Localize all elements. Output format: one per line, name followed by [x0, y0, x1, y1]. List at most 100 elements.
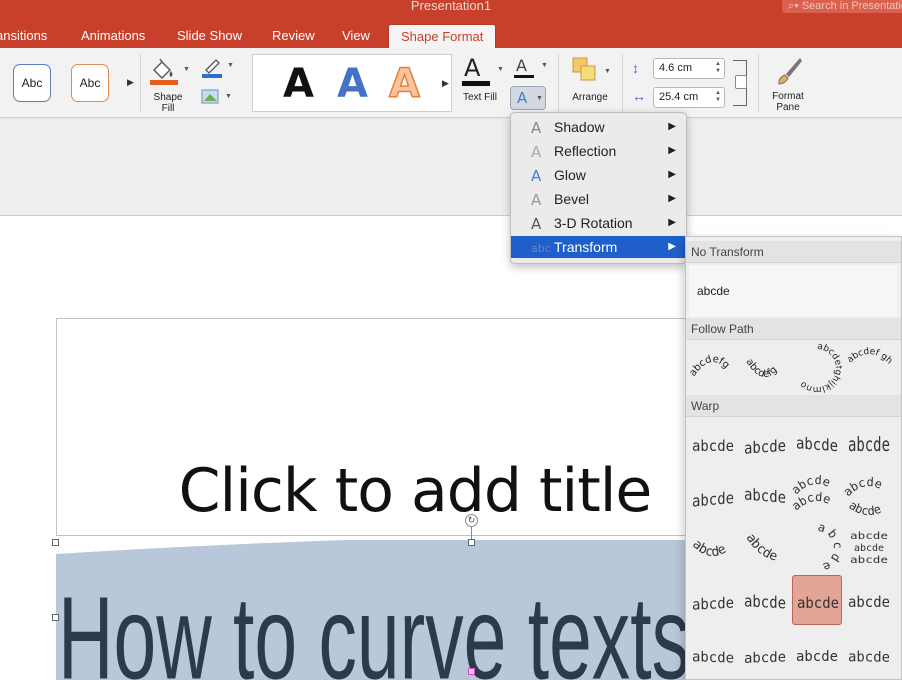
- warp-cell[interactable]: abcdeabcde: [844, 471, 894, 521]
- text-effects-icon: A: [517, 89, 528, 107]
- warp-cell[interactable]: abcde: [688, 471, 738, 521]
- resize-handle[interactable]: [468, 539, 475, 546]
- wordart-style-black[interactable]: A: [283, 61, 314, 107]
- svg-text:abcdefg: abcdefg: [688, 354, 731, 379]
- tab-view[interactable]: View: [342, 28, 370, 43]
- resize-handle[interactable]: [52, 614, 59, 621]
- submenu-arrow-icon: ▶: [668, 217, 676, 228]
- rotate-handle-line: [471, 527, 472, 539]
- curved-text-shape: How to curve texts: [56, 540, 696, 680]
- transform-follow-path-arch-down[interactable]: abcdefg: [740, 343, 790, 393]
- arrange-button[interactable]: ▼ Arrange: [566, 54, 614, 110]
- transform-gallery: No Transform abcde Follow Path abcdefg a…: [685, 236, 902, 680]
- search-field[interactable]: ⌕▾ Search in Presentation: [782, 0, 902, 13]
- lock-aspect-ratio-icon[interactable]: [733, 60, 747, 106]
- warp-cell[interactable]: abcde: [740, 629, 790, 679]
- tab-review[interactable]: Review: [272, 28, 315, 43]
- warp-cell[interactable]: abcdeabcde: [792, 471, 842, 521]
- paint-bucket-icon: [150, 58, 178, 85]
- warp-cell[interactable]: abcde: [740, 419, 790, 469]
- warp-cell[interactable]: abcde: [740, 471, 790, 521]
- stepper-arrows-icon[interactable]: ▲ ▼: [715, 61, 721, 75]
- submenu-arrow-icon: ▶: [668, 241, 676, 252]
- warp-sample: abcde: [744, 484, 786, 507]
- warp-cell[interactable]: abcde: [844, 419, 894, 469]
- warp-cell[interactable]: abcde: [688, 523, 738, 573]
- stepper-arrows-icon[interactable]: ▲ ▼: [715, 90, 721, 104]
- warp-cell[interactable]: abcde: [792, 629, 842, 679]
- warp-cell[interactable]: abcde: [688, 419, 738, 469]
- warp-sample: abcde: [850, 555, 888, 566]
- warp-cell[interactable]: abcde: [688, 629, 738, 679]
- curved-text-box[interactable]: How to curve texts: [56, 540, 696, 680]
- warp-cell[interactable]: abcde: [792, 523, 842, 573]
- tab-transitions[interactable]: ansitions: [0, 28, 47, 43]
- text-reflection-icon: A: [531, 143, 542, 161]
- format-pane-button[interactable]: Format Pane: [764, 54, 814, 114]
- warp-adjust-handle[interactable]: [468, 668, 475, 675]
- submenu-arrow-icon: ▶: [668, 193, 676, 204]
- chevron-down-icon: ▼: [541, 62, 548, 69]
- svg-text:abcde: abcde: [689, 537, 729, 560]
- shape-fill-button[interactable]: ▼ Shape Fill: [146, 54, 192, 116]
- warp-cell[interactable]: abcde abcde abcde: [844, 523, 894, 573]
- tab-slide-show[interactable]: Slide Show: [177, 28, 242, 43]
- warp-sample: abcde: [744, 591, 786, 612]
- curved-text[interactable]: How to curve texts: [58, 573, 690, 680]
- warp-cell-selected[interactable]: abcde: [792, 575, 842, 625]
- checkbox[interactable]: [735, 75, 747, 89]
- shape-width-input[interactable]: 25.4 cm ▲ ▼: [653, 87, 725, 108]
- transform-follow-path-circle[interactable]: abcdefghijklmno: [792, 343, 842, 393]
- warp-cell[interactable]: abcde: [844, 629, 894, 679]
- transform-follow-path-arch-up[interactable]: abcdefg: [688, 343, 738, 393]
- resize-handle[interactable]: [52, 539, 59, 546]
- tab-animations[interactable]: Animations: [81, 28, 145, 43]
- menu-item-transform[interactable]: abc Transform ▶: [511, 236, 686, 258]
- warp-cell[interactable]: abcde: [688, 575, 738, 625]
- menu-item-3d-rotation[interactable]: A 3-D Rotation ▶: [511, 212, 686, 234]
- text-effects-button[interactable]: A ▼: [510, 86, 546, 110]
- warp-cell[interactable]: abcde: [844, 575, 894, 625]
- format-pane-label: Format Pane: [772, 91, 804, 113]
- menu-item-reflection[interactable]: A Reflection ▶: [511, 140, 686, 162]
- shape-style-blue[interactable]: Abc: [13, 64, 51, 102]
- warp-sample: abcde: [796, 649, 838, 665]
- warp-cell[interactable]: abcde: [740, 575, 790, 625]
- text-3d-rotation-icon: A: [531, 215, 542, 233]
- title-bar: Presentation1 ⌕▾ Search in Presentation …: [0, 0, 902, 48]
- text-outline-button[interactable]: A ▼: [514, 56, 550, 80]
- shape-outline-button[interactable]: ▼: [200, 56, 236, 80]
- canvas-area: [0, 119, 902, 216]
- tab-shape-format[interactable]: Shape Format: [388, 24, 497, 48]
- warp-cell[interactable]: abcde: [792, 419, 842, 469]
- warp-cell[interactable]: abcde: [740, 523, 790, 573]
- warp-sample: abcde: [850, 531, 888, 542]
- wordart-more-icon[interactable]: ▶: [442, 78, 449, 89]
- text-effects-menu: A Shadow ▶ A Reflection ▶ A Glow ▶ A Bev…: [510, 112, 687, 264]
- search-icon: ⌕▾: [788, 0, 802, 12]
- text-fill-button[interactable]: A ▼ Text Fill: [460, 54, 504, 106]
- text-fill-label: Text Fill: [463, 92, 497, 103]
- menu-item-shadow[interactable]: A Shadow ▶: [511, 116, 686, 138]
- shape-effects-icon: [201, 89, 219, 104]
- svg-text:abcdefghijklmno: abcdefghijklmno: [798, 343, 842, 393]
- warp-sample: abcde: [854, 543, 884, 554]
- warp-sample: abcde: [743, 531, 779, 565]
- text-outline-color-swatch: [514, 75, 534, 78]
- shape-effects-button[interactable]: ▼: [200, 88, 236, 110]
- warp-sample: abcde: [796, 433, 838, 455]
- transform-none[interactable]: abcde: [689, 265, 897, 317]
- shape-style-orange[interactable]: Abc: [71, 64, 109, 102]
- shape-height-input[interactable]: 4.6 cm ▲ ▼: [653, 58, 725, 79]
- shape-width-icon: ↔: [632, 88, 646, 104]
- follow-path-text: abcdef ghij klmnop: [844, 343, 894, 366]
- menu-item-label: 3-D Rotation: [554, 215, 633, 231]
- menu-item-bevel[interactable]: A Bevel ▶: [511, 188, 686, 210]
- wordart-style-orange[interactable]: A: [388, 60, 420, 108]
- transform-follow-path-button[interactable]: abcdef ghij klmnop: [844, 343, 894, 393]
- wordart-style-blue[interactable]: A: [337, 61, 368, 107]
- menu-item-glow[interactable]: A Glow ▶: [511, 164, 686, 186]
- rotate-handle-icon[interactable]: ↻: [465, 514, 478, 527]
- section-header-warp: Warp: [686, 395, 901, 417]
- shape-styles-more-icon[interactable]: ▶: [127, 77, 134, 88]
